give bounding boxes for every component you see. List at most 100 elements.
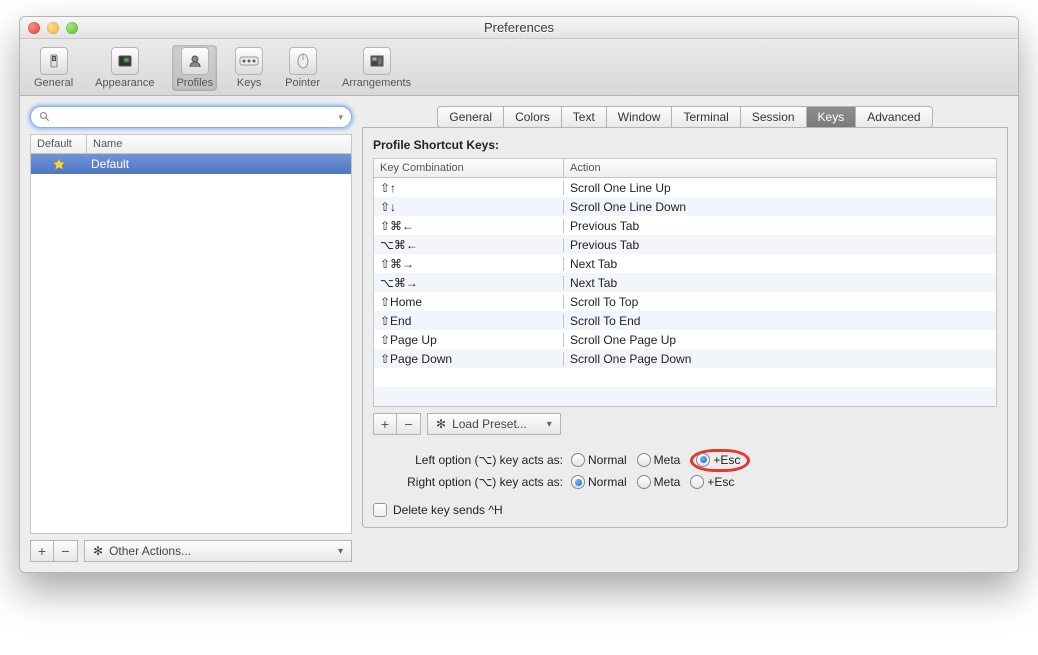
key-combo-cell: ⌥⌘← xyxy=(374,238,564,252)
key-combo-cell: ⇧↓ xyxy=(374,200,564,214)
profile-row[interactable]: Default xyxy=(31,154,351,174)
table-row[interactable]: ⇧↑Scroll One Line Up xyxy=(374,178,996,197)
key-combo-cell: ⌥⌘→ xyxy=(374,276,564,290)
toolbar-pointer[interactable]: Pointer xyxy=(281,45,324,91)
right-option-meta-radio[interactable]: Meta xyxy=(637,475,681,489)
action-cell: Scroll One Line Down xyxy=(564,200,996,214)
tab-advanced[interactable]: Advanced xyxy=(856,106,932,128)
other-actions-dropdown[interactable]: ✻ Other Actions... ▾ xyxy=(84,540,352,562)
action-cell: Previous Tab xyxy=(564,219,996,233)
tab-general[interactable]: General xyxy=(437,106,504,128)
key-combo-cell: ⇧⌘← xyxy=(374,219,564,233)
delete-sends-checkbox[interactable] xyxy=(373,503,387,517)
remove-shortcut-button[interactable]: − xyxy=(397,413,421,435)
table-row[interactable]: ⇧EndScroll To End xyxy=(374,311,996,330)
action-cell: Scroll One Line Up xyxy=(564,181,996,195)
left-option-meta-radio[interactable]: Meta xyxy=(637,453,681,467)
minimize-button[interactable] xyxy=(47,22,59,34)
toolbar-appearance[interactable]: Appearance xyxy=(91,45,158,91)
column-action[interactable]: Action xyxy=(564,159,996,177)
left-option-normal-radio[interactable]: Normal xyxy=(571,453,627,467)
action-cell: Scroll To Top xyxy=(564,295,996,309)
action-cell: Scroll To End xyxy=(564,314,996,328)
table-row[interactable]: ⇧⌘→Next Tab xyxy=(374,254,996,273)
search-input[interactable] xyxy=(55,110,334,124)
highlight-annotation: +Esc xyxy=(690,449,750,472)
panel-heading: Profile Shortcut Keys: xyxy=(373,138,997,152)
column-name[interactable]: Name xyxy=(87,135,351,153)
toolbar-general[interactable]: General xyxy=(30,45,77,91)
left-option-esc-radio[interactable]: +Esc xyxy=(696,453,740,467)
profile-name: Default xyxy=(87,157,129,171)
table-row[interactable]: ⇧Page UpScroll One Page Up xyxy=(374,330,996,349)
right-option-label: Right option (⌥) key acts as: xyxy=(373,475,563,489)
shortcut-table[interactable]: Key Combination Action ⇧↑Scroll One Line… xyxy=(373,158,997,407)
table-row[interactable]: ⇧HomeScroll To Top xyxy=(374,292,996,311)
chevron-icon: ▾ xyxy=(338,546,343,557)
profile-subtabs: GeneralColorsTextWindowTerminalSessionKe… xyxy=(362,106,1008,128)
action-cell: Scroll One Page Down xyxy=(564,352,996,366)
tab-window[interactable]: Window xyxy=(607,106,673,128)
delete-sends-label: Delete key sends ^H xyxy=(393,503,503,517)
chevron-icon: ▾ xyxy=(547,419,552,430)
left-option-label: Left option (⌥) key acts as: xyxy=(373,453,563,467)
toolbar-profiles[interactable]: Profiles xyxy=(172,45,217,91)
close-button[interactable] xyxy=(28,22,40,34)
shortcut-table-header: Key Combination Action xyxy=(374,159,996,178)
arrangements-icon xyxy=(363,47,391,75)
tab-terminal[interactable]: Terminal xyxy=(672,106,740,128)
tab-keys[interactable]: Keys xyxy=(807,106,857,128)
search-field[interactable]: ▾ xyxy=(30,106,352,128)
table-row[interactable]: ⌥⌘←Previous Tab xyxy=(374,235,996,254)
key-combo-cell: ⇧Page Up xyxy=(374,333,564,347)
keys-panel: Profile Shortcut Keys: Key Combination A… xyxy=(362,127,1008,528)
toolbar-keys[interactable]: Keys xyxy=(231,45,267,91)
gear-icon: ✻ xyxy=(93,544,103,558)
key-combo-cell: ⇧Page Down xyxy=(374,352,564,366)
tab-text[interactable]: Text xyxy=(562,106,607,128)
star-icon xyxy=(31,157,87,171)
add-profile-button[interactable]: + xyxy=(30,540,54,562)
action-cell: Next Tab xyxy=(564,257,996,271)
profiles-list[interactable]: Default xyxy=(30,154,352,534)
profile-detail-pane: GeneralColorsTextWindowTerminalSessionKe… xyxy=(362,106,1008,562)
table-row[interactable]: ⇧↓Scroll One Line Down xyxy=(374,197,996,216)
tab-session[interactable]: Session xyxy=(741,106,807,128)
keys-icon xyxy=(235,47,263,75)
appearance-icon xyxy=(111,47,139,75)
zoom-button[interactable] xyxy=(66,22,78,34)
add-shortcut-button[interactable]: + xyxy=(373,413,397,435)
main-toolbar: General Appearance Profiles Keys Pointer… xyxy=(20,39,1018,96)
key-combo-cell: ⇧Home xyxy=(374,295,564,309)
pointer-icon xyxy=(289,47,317,75)
table-row[interactable]: ⇧⌘←Previous Tab xyxy=(374,216,996,235)
table-row[interactable]: ⌥⌘→Next Tab xyxy=(374,273,996,292)
search-icon xyxy=(39,111,51,123)
table-row xyxy=(374,368,996,387)
option-key-settings: Left option (⌥) key acts as: Normal Meta… xyxy=(373,449,997,517)
toolbar-arrangements[interactable]: Arrangements xyxy=(338,45,415,91)
column-key-combo[interactable]: Key Combination xyxy=(374,159,564,177)
gear-icon: ✻ xyxy=(436,417,446,431)
key-combo-cell: ⇧↑ xyxy=(374,181,564,195)
titlebar: Preferences xyxy=(20,17,1018,39)
action-cell: Scroll One Page Up xyxy=(564,333,996,347)
preferences-window: Preferences General Appearance Profiles … xyxy=(19,16,1019,573)
profiles-icon xyxy=(181,47,209,75)
column-default[interactable]: Default xyxy=(31,135,87,153)
profiles-table-header: Default Name xyxy=(30,134,352,154)
action-cell: Next Tab xyxy=(564,276,996,290)
general-icon xyxy=(40,47,68,75)
window-title: Preferences xyxy=(484,20,554,35)
chevron-down-icon[interactable]: ▾ xyxy=(338,112,343,123)
profiles-sidebar: ▾ Default Name Default + − xyxy=(30,106,352,562)
table-row xyxy=(374,387,996,406)
tab-colors[interactable]: Colors xyxy=(504,106,562,128)
action-cell: Previous Tab xyxy=(564,238,996,252)
right-option-esc-radio[interactable]: +Esc xyxy=(690,475,734,489)
key-combo-cell: ⇧⌘→ xyxy=(374,257,564,271)
load-preset-dropdown[interactable]: ✻ Load Preset... ▾ xyxy=(427,413,561,435)
table-row[interactable]: ⇧Page DownScroll One Page Down xyxy=(374,349,996,368)
right-option-normal-radio[interactable]: Normal xyxy=(571,475,627,489)
remove-profile-button[interactable]: − xyxy=(54,540,78,562)
